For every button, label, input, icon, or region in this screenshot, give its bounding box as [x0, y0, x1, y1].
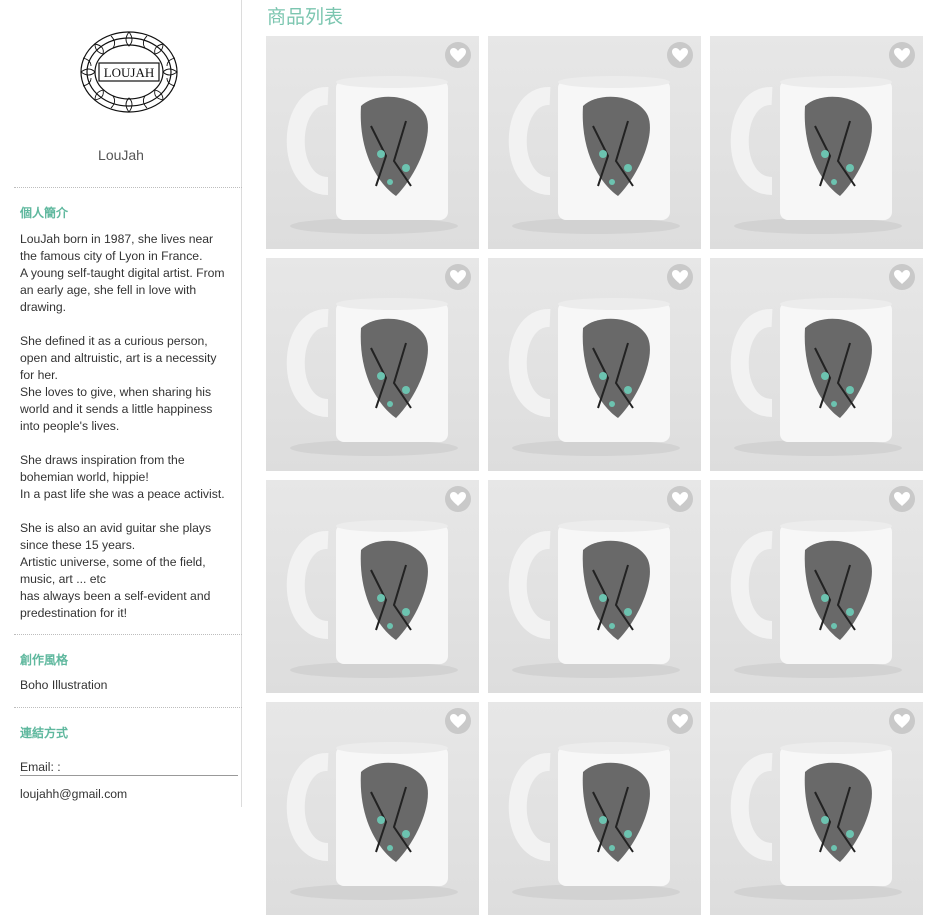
- bio-line: the famous city of Lyon in France.: [20, 249, 203, 263]
- divider: [14, 187, 242, 188]
- bio-heading: 個人簡介: [20, 206, 69, 220]
- product-card[interactable]: [488, 480, 701, 693]
- favorite-button[interactable]: [667, 708, 693, 734]
- favorite-button[interactable]: [667, 264, 693, 290]
- bio-line: In a past life she was a peace activist.: [20, 487, 225, 501]
- bio-line: bohemian world, hippie!: [20, 470, 149, 484]
- bio-line: She loves to give, when sharing his: [20, 385, 212, 399]
- artist-bio: LouJah born in 1987, she lives near the …: [20, 231, 240, 622]
- artist-name: LouJah: [98, 147, 144, 163]
- product-card[interactable]: [266, 36, 479, 249]
- page-title: 商品列表: [267, 6, 344, 28]
- bio-line: since these 15 years.: [20, 538, 136, 552]
- bio-line: world and it sends a little happiness: [20, 402, 213, 416]
- bio-line: for her.: [20, 368, 58, 382]
- heart-icon: [894, 492, 910, 506]
- favorite-button[interactable]: [889, 264, 915, 290]
- bio-line: an early age, she fell in love with: [20, 283, 197, 297]
- product-card[interactable]: [710, 258, 923, 471]
- divider: [14, 707, 242, 708]
- bio-line: A young self-taught digital artist. From: [20, 266, 225, 280]
- email-link[interactable]: loujahh@gmail.com: [20, 787, 127, 801]
- favorite-button[interactable]: [889, 42, 915, 68]
- product-card[interactable]: [266, 480, 479, 693]
- heart-icon: [672, 48, 688, 62]
- bio-line: music, art ... etc: [20, 572, 107, 586]
- product-card[interactable]: [488, 36, 701, 249]
- heart-icon: [450, 270, 466, 284]
- bio-line: She defined it as a curious person,: [20, 334, 208, 348]
- heart-icon: [450, 492, 466, 506]
- product-card[interactable]: [266, 702, 479, 915]
- art-style: Boho Illustration: [20, 678, 108, 692]
- bio-line: She draws inspiration from the: [20, 453, 185, 467]
- email-label: Email: :: [20, 760, 238, 776]
- heart-icon: [894, 714, 910, 728]
- heart-icon: [672, 714, 688, 728]
- bio-line: has always been a self-evident and: [20, 589, 211, 603]
- svg-text:LOUJAH: LOUJAH: [104, 65, 155, 80]
- heart-icon: [450, 714, 466, 728]
- artist-sidebar: LOUJAH LouJah 個人簡介 LouJah born in 1987, …: [0, 0, 242, 807]
- favorite-button[interactable]: [889, 486, 915, 512]
- heart-icon: [672, 492, 688, 506]
- bio-line: LouJah born in 1987, she lives near: [20, 232, 214, 246]
- bio-line: She is also an avid guitar she plays: [20, 521, 212, 535]
- product-card[interactable]: [710, 702, 923, 915]
- bio-line: predestination for it!: [20, 606, 128, 620]
- favorite-button[interactable]: [889, 708, 915, 734]
- contact-heading: 連結方式: [20, 726, 69, 740]
- heart-icon: [672, 270, 688, 284]
- loujah-logo: LOUJAH: [80, 31, 178, 113]
- favorite-button[interactable]: [445, 264, 471, 290]
- heart-icon: [450, 48, 466, 62]
- product-card[interactable]: [710, 36, 923, 249]
- bio-line: Artistic universe, some of the field,: [20, 555, 206, 569]
- product-card[interactable]: [488, 258, 701, 471]
- favorite-button[interactable]: [667, 42, 693, 68]
- favorite-button[interactable]: [445, 42, 471, 68]
- product-card[interactable]: [710, 480, 923, 693]
- product-card[interactable]: [488, 702, 701, 915]
- product-card[interactable]: [266, 258, 479, 471]
- favorite-button[interactable]: [667, 486, 693, 512]
- favorite-button[interactable]: [445, 708, 471, 734]
- favorite-button[interactable]: [445, 486, 471, 512]
- bio-line: open and altruistic, art is a necessity: [20, 351, 217, 365]
- heart-icon: [894, 270, 910, 284]
- bio-line: drawing.: [20, 300, 67, 314]
- divider: [14, 634, 242, 635]
- bio-line: into people's lives.: [20, 419, 120, 433]
- style-heading: 創作風格: [20, 653, 69, 667]
- heart-icon: [894, 48, 910, 62]
